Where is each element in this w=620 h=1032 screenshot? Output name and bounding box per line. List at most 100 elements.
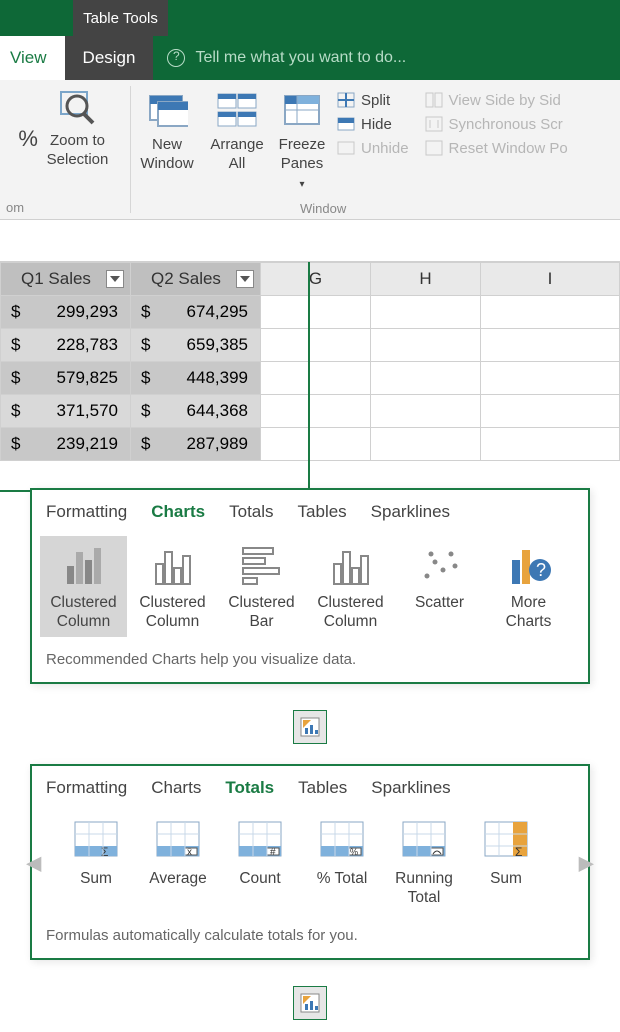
split-label: Split xyxy=(361,92,390,109)
quick-analysis-totals-panel: Formatting Charts Totals Tables Sparklin… xyxy=(30,764,590,960)
running-total-icon xyxy=(401,818,447,864)
qa-tab-tables[interactable]: Tables xyxy=(298,778,347,798)
qa-tab-sparklines[interactable]: Sparklines xyxy=(371,778,450,798)
cell-q2[interactable]: $644,368 xyxy=(131,395,261,428)
q2-label: Q2 Sales xyxy=(151,269,221,288)
col-header-q1[interactable]: Q1 Sales xyxy=(1,263,131,296)
col-header-q2[interactable]: Q2 Sales xyxy=(131,263,261,296)
item-label: Clustered Column xyxy=(139,594,205,631)
qa-tab-charts[interactable]: Charts xyxy=(151,502,205,522)
cell-blank[interactable] xyxy=(371,296,481,329)
cell-blank[interactable] xyxy=(261,395,371,428)
qa-tab-formatting[interactable]: Formatting xyxy=(46,502,127,522)
cell-blank[interactable] xyxy=(371,395,481,428)
cell-blank[interactable] xyxy=(261,428,371,461)
cell-blank[interactable] xyxy=(481,428,620,461)
cell-q1[interactable]: $371,570 xyxy=(1,395,131,428)
lightbulb-icon xyxy=(167,49,185,67)
column-chart-icon xyxy=(328,542,374,588)
cell-blank[interactable] xyxy=(261,329,371,362)
hide-button[interactable]: Hide xyxy=(333,112,413,136)
view-side-by-side-button: View Side by Sid xyxy=(421,88,572,112)
freeze-panes-button[interactable]: Freeze Panes ▾ xyxy=(271,84,333,192)
tellme-search[interactable]: Tell me what you want to do... xyxy=(153,36,620,80)
qa-tab-totals[interactable]: Totals xyxy=(229,502,273,522)
tab-view[interactable]: View xyxy=(0,36,65,80)
zoom-to-selection-button[interactable]: Zoom to Selection xyxy=(41,80,115,170)
totals-sum-col[interactable]: Σ Sum xyxy=(466,812,546,895)
cell-blank[interactable] xyxy=(371,329,481,362)
cell-blank[interactable] xyxy=(481,329,620,362)
totals-average[interactable]: x̄ Average xyxy=(138,812,218,895)
chart-clustered-column-3[interactable]: Clustered Column xyxy=(307,536,394,637)
cell-q1[interactable]: $228,783 xyxy=(1,329,131,362)
hide-label: Hide xyxy=(361,116,392,133)
new-window-button[interactable]: New Window xyxy=(131,84,203,174)
side-by-side-icon xyxy=(425,91,443,109)
item-label: Clustered Column xyxy=(317,594,383,631)
magnifier-icon xyxy=(57,86,99,128)
cell-q1[interactable]: $579,825 xyxy=(1,362,131,395)
chart-more[interactable]: ? More Charts xyxy=(485,536,572,637)
chart-clustered-column-1[interactable]: Clustered Column xyxy=(40,536,127,637)
filter-dropdown-icon[interactable] xyxy=(106,270,124,288)
totals-running-total[interactable]: Running Total xyxy=(384,812,464,913)
freeze-panes-label: Freeze Panes ▾ xyxy=(277,136,327,192)
item-label: Average xyxy=(149,870,206,889)
col-header-h[interactable]: H xyxy=(371,263,481,296)
filter-dropdown-icon[interactable] xyxy=(236,270,254,288)
totals-pct-total[interactable]: % % Total xyxy=(302,812,382,895)
item-label: Running Total xyxy=(395,870,453,907)
cell-blank[interactable] xyxy=(261,362,371,395)
qa-tab-tables[interactable]: Tables xyxy=(298,502,347,522)
reset-window-icon xyxy=(425,139,443,157)
cell-q2[interactable]: $448,399 xyxy=(131,362,261,395)
chart-scatter[interactable]: Scatter xyxy=(396,536,483,619)
ribbon-tabs: View Design Tell me what you want to do.… xyxy=(0,36,620,80)
new-window-icon xyxy=(146,90,188,132)
scroll-left-icon[interactable]: ◀ xyxy=(26,850,41,875)
unhide-label: Unhide xyxy=(361,140,409,157)
reset-window-position-button: Reset Window Po xyxy=(421,136,572,160)
sheet-grid[interactable]: Q1 Sales Q2 Sales G H I $299,293$674,295… xyxy=(0,262,620,461)
col-header-i[interactable]: I xyxy=(481,263,620,296)
arrange-all-button[interactable]: Arrange All xyxy=(203,84,271,174)
zoom-pct-icon[interactable]: % xyxy=(16,80,41,152)
split-button[interactable]: Split xyxy=(333,88,413,112)
totals-sum-row[interactable]: Σ Sum xyxy=(56,812,136,895)
quick-analysis-badge-1[interactable] xyxy=(293,710,327,744)
cell-q2[interactable]: $674,295 xyxy=(131,296,261,329)
cell-q2[interactable]: $287,989 xyxy=(131,428,261,461)
synchronous-scrolling-label: Synchronous Scr xyxy=(449,116,563,133)
cell-q1[interactable]: $239,219 xyxy=(1,428,131,461)
new-window-label: New Window xyxy=(140,136,193,174)
tab-design[interactable]: Design xyxy=(65,36,154,80)
qa-totals-hint: Formulas automatically calculate totals … xyxy=(32,919,588,958)
cell-q2[interactable]: $659,385 xyxy=(131,329,261,362)
cell-blank[interactable] xyxy=(371,428,481,461)
chart-clustered-bar[interactable]: Clustered Bar xyxy=(218,536,305,637)
cell-blank[interactable] xyxy=(481,362,620,395)
formula-bar[interactable] xyxy=(0,220,620,262)
quick-analysis-badge-2[interactable] xyxy=(293,986,327,1020)
qa-tab-charts[interactable]: Charts xyxy=(151,778,201,798)
window-group-label: Window xyxy=(300,201,346,216)
cell-blank[interactable] xyxy=(261,296,371,329)
chart-clustered-column-2[interactable]: Clustered Column xyxy=(129,536,216,637)
cell-q1[interactable]: $299,293 xyxy=(1,296,131,329)
qa-tab-sparklines[interactable]: Sparklines xyxy=(371,502,450,522)
cell-blank[interactable] xyxy=(371,362,481,395)
item-label: Sum xyxy=(490,870,522,889)
pct-total-icon: % xyxy=(319,818,365,864)
cell-blank[interactable] xyxy=(481,296,620,329)
reset-window-position-label: Reset Window Po xyxy=(449,140,568,157)
arrange-all-label: Arrange All xyxy=(210,136,263,174)
qa-tab-totals[interactable]: Totals xyxy=(225,778,274,798)
cell-blank[interactable] xyxy=(481,395,620,428)
totals-count[interactable]: # Count xyxy=(220,812,300,895)
col-header-g[interactable]: G xyxy=(261,263,371,296)
qa-tab-formatting[interactable]: Formatting xyxy=(46,778,127,798)
scroll-right-icon[interactable]: ▶ xyxy=(579,850,594,875)
column-chart-icon xyxy=(61,542,107,588)
count-icon: # xyxy=(237,818,283,864)
